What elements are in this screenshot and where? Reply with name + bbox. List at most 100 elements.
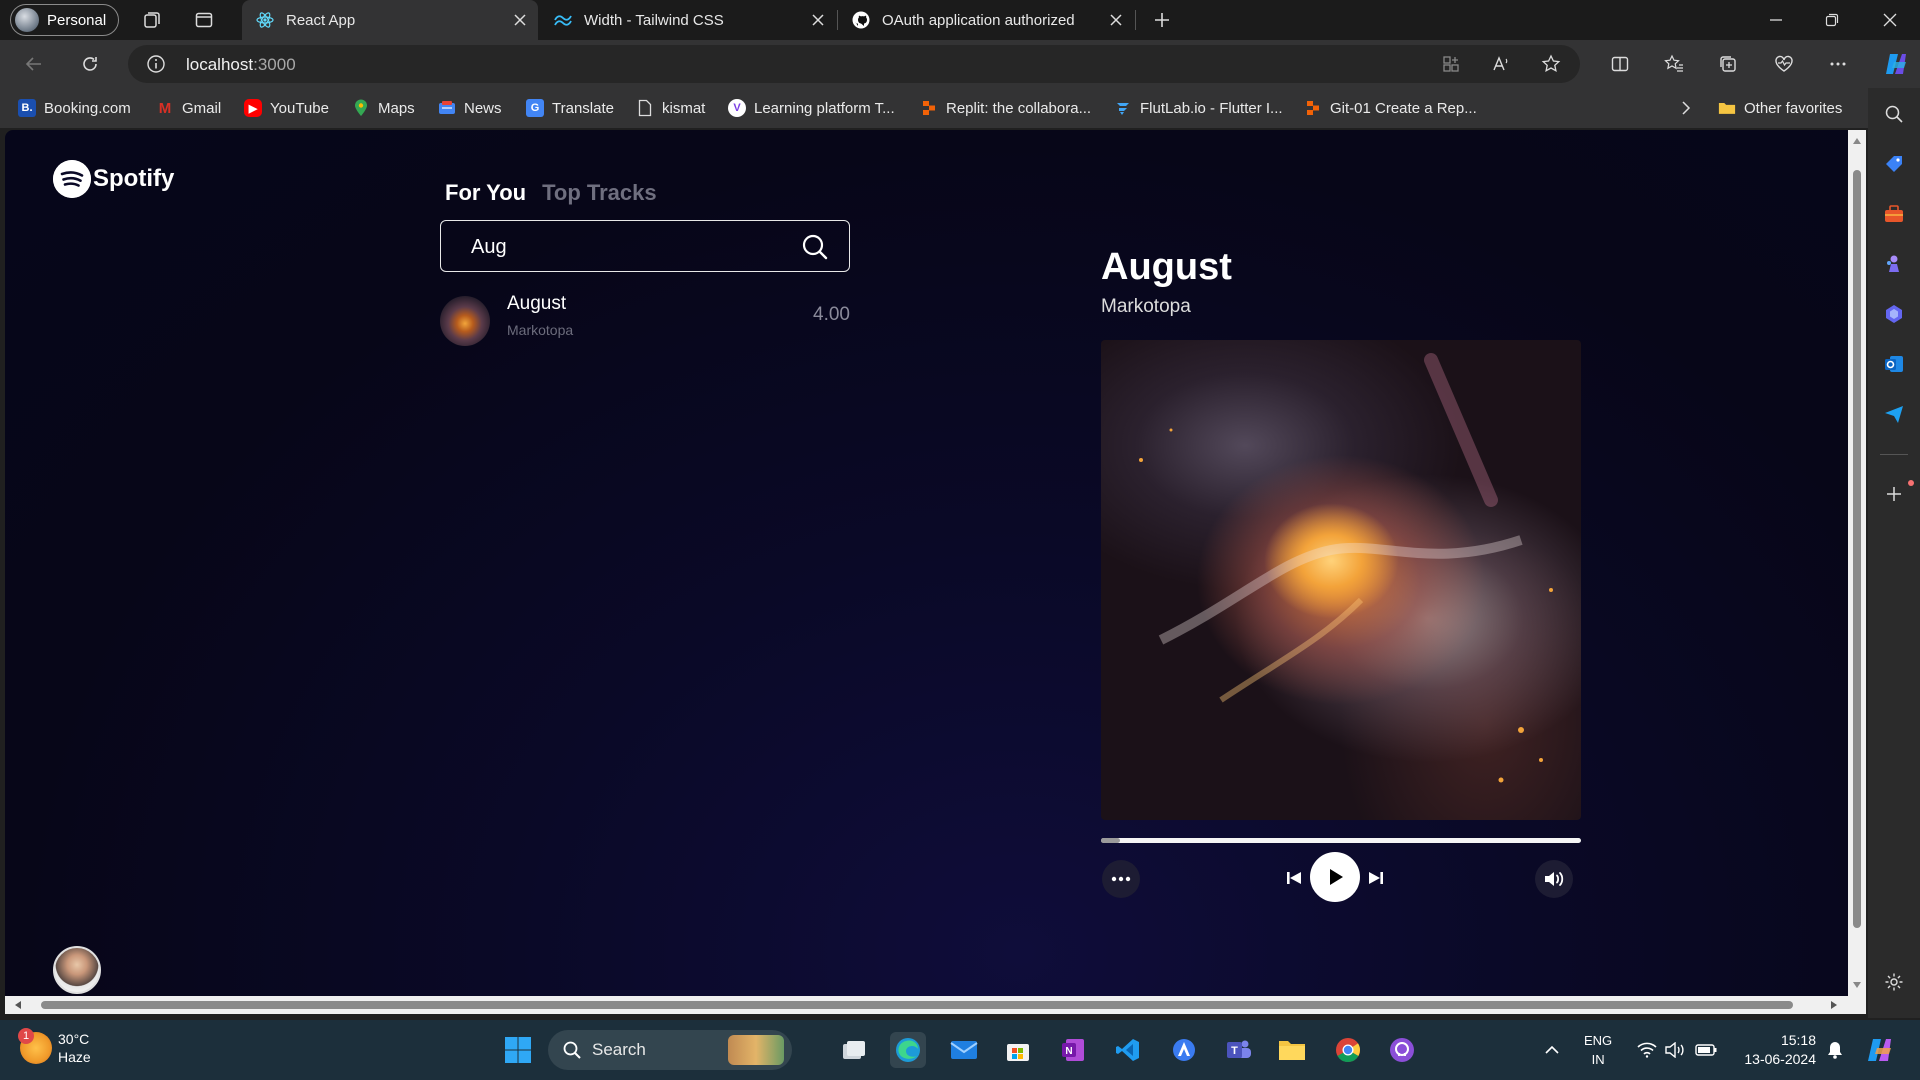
favorite-booking[interactable]: B. Booking.com <box>18 98 131 118</box>
profile-avatar <box>15 8 39 32</box>
search-icon[interactable] <box>1882 102 1906 126</box>
next-track-icon[interactable] <box>1365 867 1387 889</box>
site-info-icon[interactable] <box>146 54 166 74</box>
play-button[interactable] <box>1310 852 1360 902</box>
restore-icon[interactable] <box>1820 8 1844 32</box>
search-input[interactable] <box>471 234 791 260</box>
favorite-translate[interactable]: G Translate <box>526 98 614 118</box>
copilot-sidebar-icon[interactable] <box>1882 302 1906 326</box>
wifi-icon[interactable] <box>1636 1040 1658 1060</box>
favorite-youtube[interactable]: ▶ YouTube <box>244 98 329 118</box>
language-indicator[interactable]: ENG IN <box>1584 1031 1612 1069</box>
read-aloud-icon[interactable] <box>1490 53 1512 75</box>
minimize-icon[interactable] <box>1764 8 1788 32</box>
onenote-icon[interactable]: N <box>1055 1032 1091 1068</box>
other-favorites[interactable]: Other favorites <box>1718 98 1842 118</box>
weather-widget[interactable]: 1 30°C Haze <box>18 1028 91 1066</box>
chrome-icon[interactable] <box>1330 1032 1366 1068</box>
more-options-button[interactable] <box>1102 860 1140 898</box>
scroll-down-icon[interactable] <box>1852 980 1862 990</box>
url-port: :3000 <box>253 55 296 74</box>
tab-react-app[interactable]: React App <box>242 0 538 40</box>
track-title: August <box>507 293 567 314</box>
favorite-maps[interactable]: Maps <box>352 98 415 118</box>
scroll-up-icon[interactable] <box>1852 136 1862 146</box>
tab-tailwind-width[interactable]: Width - Tailwind CSS <box>540 0 836 40</box>
add-icon[interactable] <box>1882 482 1906 506</box>
favorite-flutlab[interactable]: FlutLab.io - Flutter I... <box>1114 98 1283 118</box>
workspaces-icon[interactable] <box>136 6 168 34</box>
favorite-news[interactable]: News <box>438 98 502 118</box>
horizontal-scroll-thumb[interactable] <box>41 1001 1793 1009</box>
favorites-icon[interactable] <box>1662 52 1686 76</box>
favorite-label: Booking.com <box>44 99 131 117</box>
vertical-scrollbar[interactable] <box>1848 130 1866 996</box>
close-tab-icon[interactable] <box>1108 12 1124 28</box>
region-code: IN <box>1591 1052 1605 1067</box>
favorite-kismat[interactable]: kismat <box>636 98 705 118</box>
chevron-right-icon[interactable] <box>1676 98 1696 118</box>
address-bar[interactable]: localhost:3000 <box>128 45 1580 83</box>
mail-icon[interactable] <box>946 1032 982 1068</box>
browser-essentials-icon[interactable] <box>1772 52 1796 76</box>
github-desktop-icon[interactable] <box>1384 1032 1420 1068</box>
tab-for-you[interactable]: For You <box>445 180 526 206</box>
copilot-taskbar-icon[interactable] <box>1864 1034 1896 1066</box>
previous-track-icon[interactable] <box>1283 867 1305 889</box>
chevron-up-icon[interactable] <box>1542 1040 1562 1060</box>
windows-start-icon[interactable] <box>500 1032 536 1068</box>
edge-browser-icon[interactable] <box>890 1032 926 1068</box>
taskbar-search[interactable]: Search <box>548 1030 792 1070</box>
refresh-icon[interactable] <box>78 52 102 76</box>
search-highlight-icon <box>728 1035 784 1065</box>
favorite-git-01[interactable]: Git-01 Create a Rep... <box>1304 98 1477 118</box>
user-avatar[interactable] <box>53 946 101 994</box>
notification-bell-icon[interactable] <box>1826 1040 1844 1060</box>
microsoft-store-icon[interactable] <box>1000 1032 1036 1068</box>
volume-icon[interactable] <box>1535 860 1573 898</box>
speaker-icon[interactable] <box>1664 1040 1686 1060</box>
notification-dot <box>1908 480 1914 486</box>
task-view-icon[interactable] <box>836 1032 872 1068</box>
outlook-icon[interactable] <box>1882 352 1906 376</box>
teams-icon[interactable]: T <box>1220 1032 1256 1068</box>
search-icon[interactable] <box>801 233 829 261</box>
favorite-star-icon[interactable] <box>1540 53 1562 75</box>
close-tab-icon[interactable] <box>810 12 826 28</box>
weather-condition: Haze <box>58 1049 91 1065</box>
list-item[interactable]: August Markotopa 4.00 <box>440 290 850 346</box>
close-tab-icon[interactable] <box>512 12 528 28</box>
progress-fill <box>1101 838 1121 843</box>
more-menu-icon[interactable] <box>1826 52 1850 76</box>
favorite-gmail[interactable]: M Gmail <box>156 98 221 118</box>
settings-gear-icon[interactable] <box>1882 970 1906 994</box>
split-screen-icon[interactable] <box>1608 52 1632 76</box>
copilot-icon[interactable] <box>1880 48 1912 80</box>
shopping-tag-icon[interactable] <box>1882 152 1906 176</box>
scroll-right-icon[interactable] <box>1829 1000 1839 1010</box>
apps-icon[interactable] <box>1440 53 1462 75</box>
file-explorer-icon[interactable] <box>1274 1032 1310 1068</box>
collections-icon[interactable] <box>1716 52 1740 76</box>
close-window-icon[interactable] <box>1878 8 1902 32</box>
vpn-app-icon[interactable] <box>1166 1032 1202 1068</box>
tab-top-tracks[interactable]: Top Tracks <box>542 180 657 206</box>
favorite-learning-platform[interactable]: V Learning platform T... <box>728 98 895 118</box>
games-icon[interactable] <box>1882 252 1906 276</box>
progress-bar[interactable] <box>1101 838 1581 843</box>
send-icon[interactable] <box>1882 402 1906 426</box>
scroll-left-icon[interactable] <box>13 1000 23 1010</box>
system-clock[interactable]: 15:18 13-06-2024 <box>1736 1031 1816 1069</box>
battery-icon[interactable] <box>1694 1040 1718 1060</box>
back-icon[interactable] <box>22 52 46 76</box>
vertical-tabs-icon[interactable] <box>188 6 220 34</box>
horizontal-scrollbar[interactable] <box>5 996 1866 1014</box>
new-tab-icon[interactable] <box>1150 8 1174 32</box>
profile-button[interactable]: Personal <box>10 4 120 36</box>
favorite-replit[interactable]: Replit: the collabora... <box>920 98 1091 118</box>
tab-oauth-authorized[interactable]: OAuth application authorized <box>838 0 1134 40</box>
vscode-icon[interactable] <box>1110 1032 1146 1068</box>
vertical-scroll-thumb[interactable] <box>1853 170 1861 928</box>
tools-icon[interactable] <box>1882 202 1906 226</box>
spotify-logo[interactable]: Spotify <box>53 160 174 198</box>
